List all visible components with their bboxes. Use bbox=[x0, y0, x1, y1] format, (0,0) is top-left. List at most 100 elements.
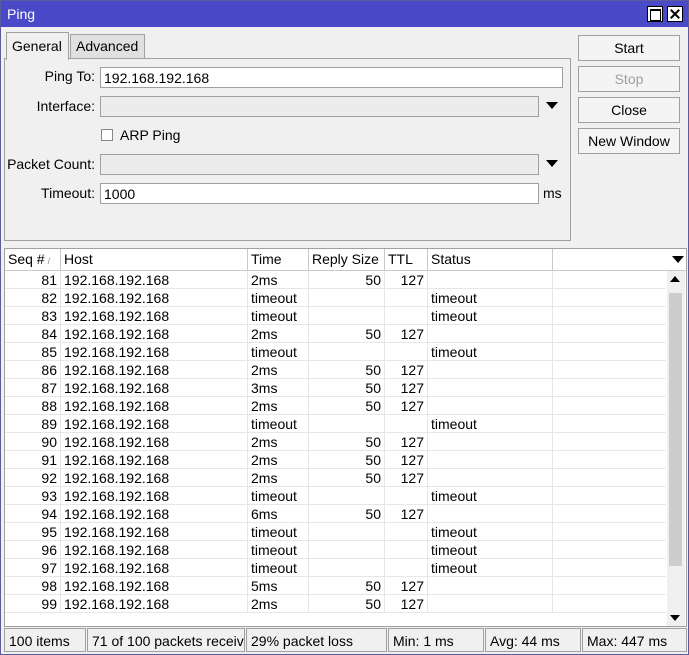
cell-ttl: 127 bbox=[385, 433, 428, 451]
table-row[interactable]: 87 192.168.192.168 3ms 50 127 bbox=[5, 379, 666, 397]
table-row[interactable]: 92 192.168.192.168 2ms 50 127 bbox=[5, 469, 666, 487]
cell-ttl: 127 bbox=[385, 271, 428, 289]
table-row[interactable]: 89 192.168.192.168 timeout timeout bbox=[5, 415, 666, 433]
cell-seq: 88 bbox=[5, 397, 61, 415]
status-received: 71 of 100 packets receiv... bbox=[87, 628, 245, 652]
timeout-input[interactable]: 1000 bbox=[100, 183, 539, 204]
interface-label: Interface: bbox=[36, 98, 95, 114]
cell-time: 2ms bbox=[248, 433, 309, 451]
table-row[interactable]: 93 192.168.192.168 timeout timeout bbox=[5, 487, 666, 505]
cell-time: timeout bbox=[248, 343, 309, 361]
cell-seq: 94 bbox=[5, 505, 61, 523]
sort-icon: / bbox=[47, 256, 51, 266]
stop-button[interactable]: Stop bbox=[578, 66, 680, 92]
ping-window: Ping General Advanced Ping To: 192.168.1… bbox=[0, 0, 689, 655]
cell-seq: 98 bbox=[5, 577, 61, 595]
table-header: Seq # / Host Time Reply Size TTL Status bbox=[5, 249, 686, 271]
interface-select[interactable] bbox=[100, 96, 539, 117]
cell-ttl: 127 bbox=[385, 397, 428, 415]
table-row[interactable]: 95 192.168.192.168 timeout timeout bbox=[5, 523, 666, 541]
close-button[interactable]: Close bbox=[578, 97, 680, 123]
cell-status bbox=[428, 451, 553, 469]
chevron-down-icon[interactable] bbox=[546, 102, 558, 109]
close-icon[interactable] bbox=[667, 6, 683, 22]
ping-to-input[interactable]: 192.168.192.168 bbox=[100, 67, 563, 88]
table-row[interactable]: 83 192.168.192.168 timeout timeout bbox=[5, 307, 666, 325]
vertical-scrollbar[interactable] bbox=[667, 271, 685, 626]
cell-ttl: 127 bbox=[385, 451, 428, 469]
table-row[interactable]: 91 192.168.192.168 2ms 50 127 bbox=[5, 451, 666, 469]
cell-host: 192.168.192.168 bbox=[61, 433, 248, 451]
cell-host: 192.168.192.168 bbox=[61, 325, 248, 343]
table-row[interactable]: 97 192.168.192.168 timeout timeout bbox=[5, 559, 666, 577]
cell-status: timeout bbox=[428, 307, 553, 325]
tab-general[interactable]: General bbox=[6, 32, 69, 60]
column-host[interactable]: Host bbox=[61, 249, 248, 270]
cell-time: timeout bbox=[248, 415, 309, 433]
cell-status: timeout bbox=[428, 415, 553, 433]
arp-ping-checkbox[interactable] bbox=[101, 129, 113, 141]
cell-time: 2ms bbox=[248, 451, 309, 469]
chevron-down-icon[interactable] bbox=[546, 160, 558, 167]
column-time[interactable]: Time bbox=[248, 249, 309, 270]
cell-seq: 85 bbox=[5, 343, 61, 361]
cell-time: 3ms bbox=[248, 379, 309, 397]
cell-reply-size: 50 bbox=[309, 325, 385, 343]
column-reply-size[interactable]: Reply Size bbox=[309, 249, 385, 270]
cell-time: 5ms bbox=[248, 577, 309, 595]
cell-host: 192.168.192.168 bbox=[61, 451, 248, 469]
table-row[interactable]: 85 192.168.192.168 timeout timeout bbox=[5, 343, 666, 361]
table-row[interactable]: 88 192.168.192.168 2ms 50 127 bbox=[5, 397, 666, 415]
cell-ttl bbox=[385, 523, 428, 541]
cell-reply-size: 50 bbox=[309, 361, 385, 379]
cell-status bbox=[428, 577, 553, 595]
cell-time: 6ms bbox=[248, 505, 309, 523]
cell-seq: 84 bbox=[5, 325, 61, 343]
cell-seq: 86 bbox=[5, 361, 61, 379]
cell-reply-size bbox=[309, 523, 385, 541]
table-row[interactable]: 96 192.168.192.168 timeout timeout bbox=[5, 541, 666, 559]
maximize-icon[interactable] bbox=[647, 6, 663, 22]
table-row[interactable]: 98 192.168.192.168 5ms 50 127 bbox=[5, 577, 666, 595]
start-button[interactable]: Start bbox=[578, 35, 680, 61]
cell-host: 192.168.192.168 bbox=[61, 397, 248, 415]
packet-count-input[interactable] bbox=[100, 154, 539, 175]
column-ttl[interactable]: TTL bbox=[385, 249, 428, 270]
cell-host: 192.168.192.168 bbox=[61, 577, 248, 595]
tab-advanced[interactable]: Advanced bbox=[70, 34, 145, 58]
status-items: 100 items bbox=[4, 628, 86, 652]
cell-reply-size bbox=[309, 289, 385, 307]
cell-host: 192.168.192.168 bbox=[61, 307, 248, 325]
scroll-up-icon[interactable] bbox=[670, 276, 680, 282]
cell-host: 192.168.192.168 bbox=[61, 523, 248, 541]
cell-status: timeout bbox=[428, 559, 553, 577]
table-row[interactable]: 84 192.168.192.168 2ms 50 127 bbox=[5, 325, 666, 343]
cell-seq: 87 bbox=[5, 379, 61, 397]
cell-host: 192.168.192.168 bbox=[61, 361, 248, 379]
cell-seq: 93 bbox=[5, 487, 61, 505]
cell-time: timeout bbox=[248, 487, 309, 505]
cell-host: 192.168.192.168 bbox=[61, 343, 248, 361]
cell-time: timeout bbox=[248, 523, 309, 541]
cell-host: 192.168.192.168 bbox=[61, 559, 248, 577]
table-row[interactable]: 86 192.168.192.168 2ms 50 127 bbox=[5, 361, 666, 379]
new-window-button[interactable]: New Window bbox=[578, 128, 680, 154]
table-row[interactable]: 94 192.168.192.168 6ms 50 127 bbox=[5, 505, 666, 523]
table-row[interactable]: 90 192.168.192.168 2ms 50 127 bbox=[5, 433, 666, 451]
cell-host: 192.168.192.168 bbox=[61, 415, 248, 433]
column-seq[interactable]: Seq # / bbox=[5, 249, 61, 270]
cell-seq: 91 bbox=[5, 451, 61, 469]
cell-host: 192.168.192.168 bbox=[61, 505, 248, 523]
scroll-down-icon[interactable] bbox=[670, 615, 680, 621]
table-row[interactable]: 81 192.168.192.168 2ms 50 127 bbox=[5, 271, 666, 289]
scrollbar-thumb[interactable] bbox=[669, 293, 682, 566]
table-row[interactable]: 82 192.168.192.168 timeout timeout bbox=[5, 289, 666, 307]
column-status[interactable]: Status bbox=[428, 249, 553, 270]
title-bar[interactable]: Ping bbox=[1, 1, 688, 27]
cell-reply-size bbox=[309, 415, 385, 433]
cell-status bbox=[428, 361, 553, 379]
cell-reply-size: 50 bbox=[309, 577, 385, 595]
cell-host: 192.168.192.168 bbox=[61, 289, 248, 307]
table-row[interactable]: 99 192.168.192.168 2ms 50 127 bbox=[5, 595, 666, 613]
chevron-down-icon[interactable] bbox=[668, 249, 686, 270]
